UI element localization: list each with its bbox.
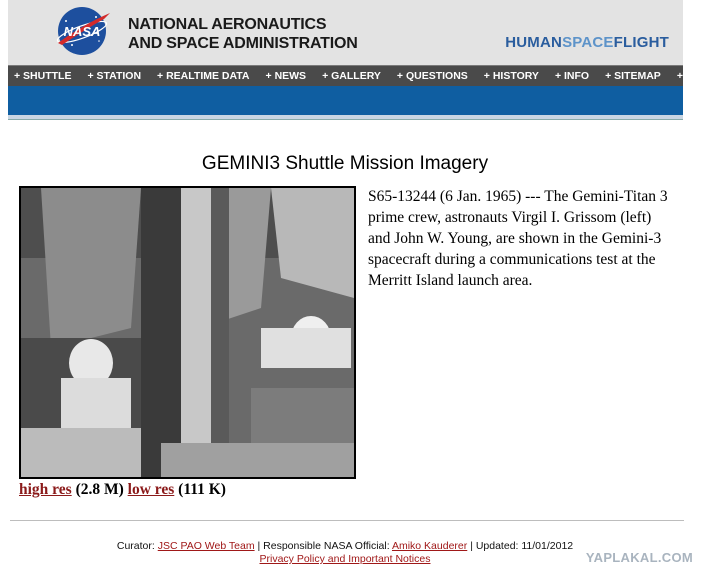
site-header: NASA NATIONAL AERONAUTICS AND SPACE ADMI…	[8, 0, 683, 65]
agency-line-1: NATIONAL AERONAUTICS	[128, 16, 327, 33]
agency-line-2: AND SPACE ADMINISTRATION	[128, 35, 358, 52]
header-divider	[8, 115, 683, 120]
header-blue-bar	[8, 86, 683, 115]
updated-date: | Updated: 11/01/2012	[470, 540, 574, 552]
footer-divider	[10, 520, 684, 521]
low-res-size: (111 K)	[178, 481, 226, 498]
nav-questions[interactable]: + QUESTIONS	[397, 70, 468, 82]
human-spaceflight-logo[interactable]: HUMANSPACEFLIGHT	[505, 34, 669, 51]
nav-history[interactable]: + HISTORY	[484, 70, 539, 82]
privacy-link[interactable]: Privacy Policy and Important Notices	[260, 553, 431, 565]
nav-realtime-data[interactable]: + REALTIME DATA	[157, 70, 249, 82]
official-label: | Responsible NASA Official:	[257, 540, 390, 552]
watermark: YAPLAKAL.COM	[585, 550, 693, 565]
nav-gallery[interactable]: + GALLERY	[322, 70, 381, 82]
agency-name: NATIONAL AERONAUTICS AND SPACE ADMINISTR…	[128, 15, 358, 53]
hsf-human: HUMAN	[505, 34, 563, 51]
nav-station[interactable]: + STATION	[87, 70, 141, 82]
resolution-links: high res (2.8 M) low res (111 K)	[19, 481, 226, 499]
high-res-size: (2.8 M)	[75, 481, 124, 498]
nav-news[interactable]: + NEWS	[266, 70, 307, 82]
nav-sitemap[interactable]: + SITEMAP	[605, 70, 661, 82]
astronauts-photo-illustration	[21, 188, 354, 477]
nav-info[interactable]: + INFO	[555, 70, 589, 82]
main-navigation: + SHUTTLE + STATION + REALTIME DATA + NE…	[8, 65, 719, 86]
nasa-logo-text: NASA	[64, 24, 101, 39]
nav-shuttle[interactable]: + SHUTTLE	[14, 70, 71, 82]
curator-label: Curator:	[116, 540, 155, 552]
nasa-logo[interactable]: NASA	[52, 5, 112, 57]
curator-link[interactable]: JSC PAO Web Team	[158, 540, 255, 552]
mission-photo[interactable]	[19, 186, 356, 479]
official-link[interactable]: Amiko Kauderer	[392, 540, 467, 552]
high-res-link[interactable]: high res	[19, 481, 72, 498]
photo-caption: S65-13244 (6 Jan. 1965) --- The Gemini-T…	[368, 188, 668, 289]
nav-search[interactable]: + SEARCH	[677, 70, 719, 82]
page-title: GEMINI3 Shuttle Mission Imagery	[201, 153, 489, 174]
hsf-flight: FLIGHT	[613, 34, 669, 51]
low-res-link[interactable]: low res	[128, 481, 175, 498]
hsf-space: SPACE	[562, 34, 614, 51]
